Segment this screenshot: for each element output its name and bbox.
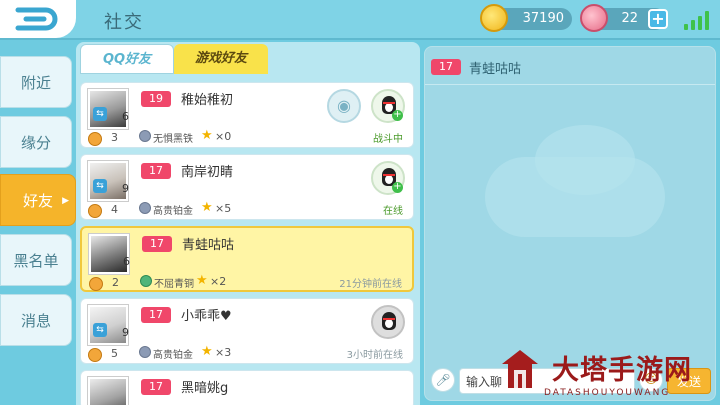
age-badge: 17: [141, 307, 171, 323]
avatar-count: 6: [123, 255, 130, 268]
friend-name: 南岸初睛: [181, 165, 234, 180]
microphone-icon: 🎤︎: [435, 373, 451, 387]
status-text: 21分钟前在线: [339, 279, 402, 290]
friend-row-selected[interactable]: 6 2 17 青蛙咕咕 不屈青铜 ★ ×2 21分钟前在线: [80, 226, 414, 292]
chat-partner-name: 青蛙咕咕: [469, 62, 522, 77]
sidebar-item-messages[interactable]: 消息: [0, 294, 72, 346]
stars-count: ×0: [215, 130, 232, 143]
coin-icon: [480, 4, 508, 32]
age-badge: 17: [431, 59, 461, 75]
eye-icon: ◉: [337, 96, 351, 115]
rank-icon: [139, 346, 151, 358]
qq-chat-button[interactable]: +: [371, 89, 405, 123]
stars-count: ×3: [215, 346, 232, 359]
avatar-count: 9: [122, 182, 129, 195]
tab-game-friends[interactable]: 游戏好友: [174, 44, 268, 74]
watermark-title: 大塔手游网: [552, 355, 692, 386]
swap-icon: ⇆: [93, 323, 107, 337]
rank-icon: [139, 202, 151, 214]
watermark-subtitle: DATASHOUYOUWANG: [544, 388, 671, 398]
level-number: 4: [111, 203, 118, 216]
friend-name: 青蛙咕咕: [182, 238, 235, 253]
sidebar-item-fate[interactable]: 缘分: [0, 116, 72, 168]
watch-battle-button[interactable]: ◉: [327, 89, 361, 123]
qq-chat-button[interactable]: +: [371, 161, 405, 195]
rank-text: 高贵铂金: [153, 206, 193, 217]
friend-list-panel: QQ好友 游戏好友 ⇆ 6 3 19 稚始稚初 无惧黑铁 ★ ×0 ◉ + 战斗…: [76, 42, 420, 405]
swap-icon: ⇆: [93, 107, 107, 121]
microphone-button[interactable]: 🎤︎: [431, 368, 455, 392]
rank-text: 无惧黑铁: [153, 134, 193, 145]
level-icon: [88, 348, 102, 362]
penguin-icon: [382, 312, 396, 330]
friend-name: 小乖乖♥: [181, 309, 232, 324]
chat-header: 17 青蛙咕咕: [425, 47, 715, 85]
avatar: ⇆ 6: [88, 89, 129, 129]
friend-name: 黑暗姚g: [181, 381, 229, 396]
friend-row[interactable]: ⇆ 6 3 19 稚始稚初 无惧黑铁 ★ ×0 ◉ + 战斗中: [80, 82, 414, 148]
status-text: 在线: [383, 206, 403, 217]
age-badge: 19: [141, 91, 171, 107]
friend-row[interactable]: ⇆ 9 5 17 小乖乖♥ 高贵铂金 ★ ×3 3小时前在线: [80, 298, 414, 364]
age-badge: 17: [142, 236, 172, 252]
cloud-decoration: [485, 157, 665, 237]
stars-count: ×2: [210, 275, 227, 288]
back-button[interactable]: [0, 0, 76, 38]
star-icon: ★: [196, 273, 208, 288]
avatar: ⇆ 9: [88, 305, 129, 345]
age-badge: 17: [141, 379, 171, 395]
page-title: 社交: [104, 12, 144, 33]
level-icon: [88, 132, 102, 146]
tab-qq-friends[interactable]: QQ好友: [80, 44, 174, 74]
swap-icon: ⇆: [93, 179, 107, 193]
status-text: 3小时前在线: [346, 350, 403, 361]
plus-icon: +: [392, 109, 403, 121]
avatar-count: 9: [122, 326, 129, 339]
star-icon: ★: [201, 128, 213, 143]
star-icon: ★: [201, 344, 213, 359]
add-currency-button[interactable]: +: [648, 9, 668, 29]
qq-chat-button[interactable]: [371, 305, 405, 339]
rank-text: 高贵铂金: [153, 350, 193, 361]
back-arrow-icon: [15, 7, 58, 31]
level-number: 2: [112, 276, 119, 289]
shell-amount: 22: [621, 11, 638, 26]
level-icon: [88, 204, 102, 218]
stars-count: ×5: [215, 202, 232, 215]
top-bar: 社交 37190 22 +: [0, 0, 720, 40]
level-icon: [89, 277, 103, 291]
avatar-count: 6: [122, 110, 129, 123]
rank-text: 不屈青铜: [154, 279, 194, 290]
star-icon: ★: [201, 200, 213, 215]
plus-icon: +: [392, 181, 403, 193]
age-badge: 17: [141, 163, 171, 179]
rank-icon: [139, 130, 151, 142]
pagoda-logo-icon: [502, 350, 538, 388]
sidebar-item-nearby[interactable]: 附近: [0, 56, 72, 108]
friend-name: 稚始稚初: [181, 93, 234, 108]
friend-row[interactable]: ⇆ 9 4 17 南岸初睛 高贵铂金 ★ ×5 + 在线: [80, 154, 414, 220]
sidebar-item-friends[interactable]: 好友: [0, 174, 76, 227]
level-number: 5: [111, 347, 118, 360]
rank-icon: [140, 275, 152, 287]
sidebar-item-blacklist[interactable]: 黑名单: [0, 234, 72, 286]
signal-icon: [684, 10, 714, 30]
avatar: 6: [89, 234, 130, 274]
watermark: 大塔手游网 DATASHOUYOUWANG: [498, 348, 718, 404]
friend-row[interactable]: 17 黑暗姚g: [80, 370, 414, 405]
avatar: [88, 377, 128, 405]
level-number: 3: [111, 131, 118, 144]
status-text: 战斗中: [373, 134, 403, 145]
avatar: ⇆ 9: [88, 161, 129, 201]
coin-counter: 37190: [480, 4, 572, 32]
coin-amount: 37190: [522, 11, 564, 26]
shell-icon: [580, 4, 608, 32]
